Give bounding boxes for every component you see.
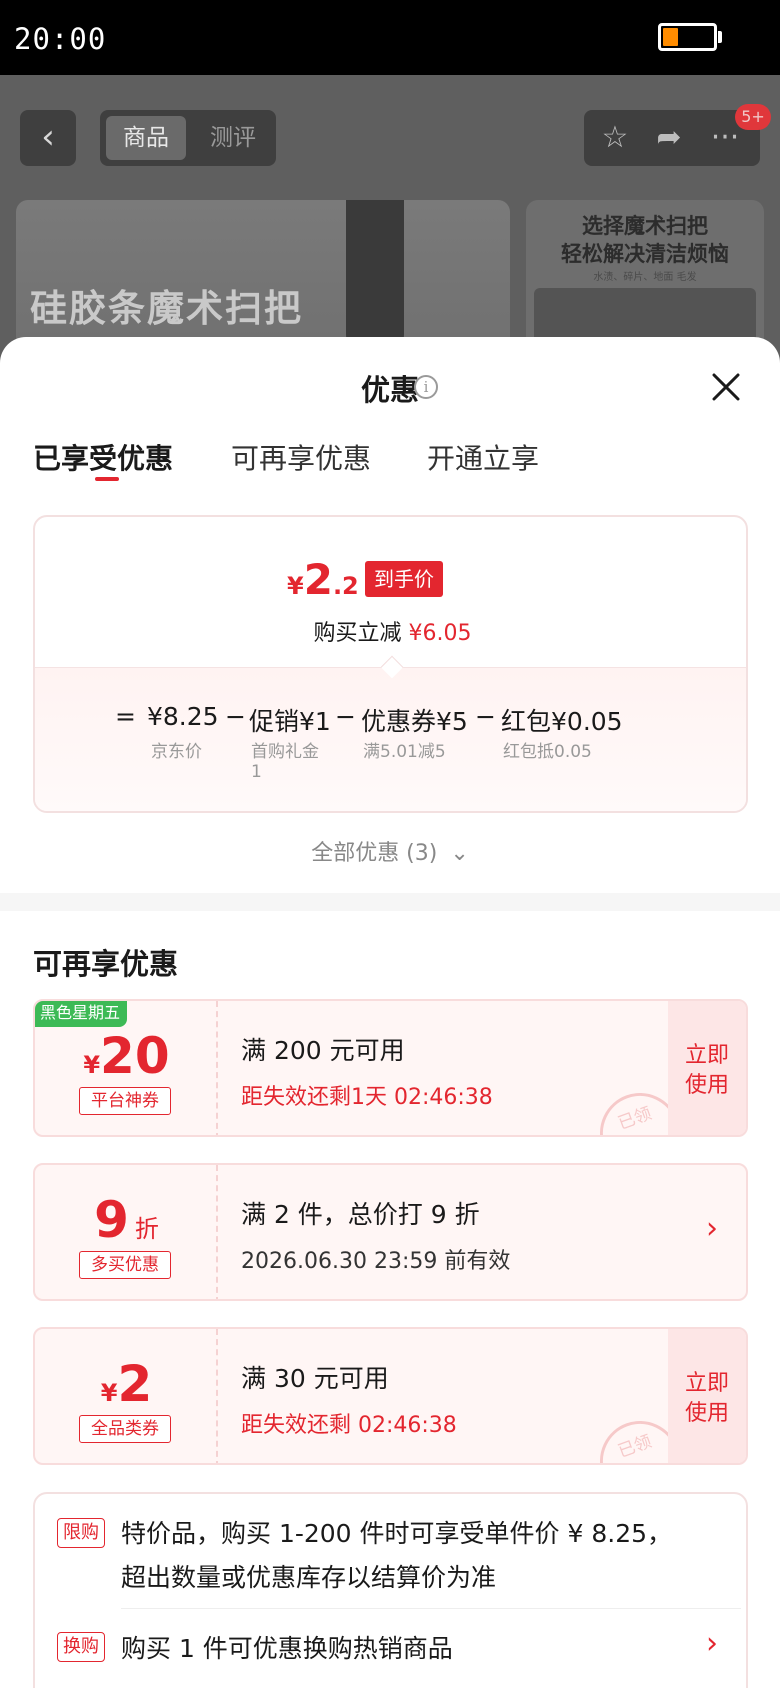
coupon-amount: ¥2 bbox=[35, 1355, 218, 1413]
chevron-right-icon[interactable]: › bbox=[706, 1211, 718, 1246]
tab-product[interactable]: 商品 bbox=[106, 116, 186, 160]
close-icon[interactable] bbox=[708, 369, 744, 405]
product-page-backdrop[interactable]: ‹ 商品 测评 ☆ ➦ ··· 5+ 硅胶条魔术扫把 选择魔术扫把 轻松解决清洁… bbox=[0, 75, 780, 375]
active-tab-indicator bbox=[95, 477, 119, 481]
tab-review[interactable]: 测评 bbox=[196, 116, 270, 160]
limit-tag: 限购 bbox=[57, 1518, 105, 1548]
calc-sub-redpacket: 红包抵0.05 bbox=[503, 742, 592, 762]
calc-label: 优惠券 bbox=[361, 707, 437, 736]
calc-sub-promo: 首购礼金 bbox=[251, 742, 319, 762]
coupon-number: 20 bbox=[100, 1027, 170, 1085]
coupon-type: 平台神券 bbox=[79, 1087, 171, 1115]
saving-label: 购买立减 bbox=[313, 621, 402, 646]
final-price-tag: 到手价 bbox=[365, 561, 443, 597]
coupon-type: 多买优惠 bbox=[79, 1251, 171, 1279]
coupon-value-panel: ¥2 全品类券 bbox=[35, 1329, 218, 1463]
calc-value-jd: ¥8.25 bbox=[147, 702, 219, 731]
sheet-title: 优惠 bbox=[360, 373, 419, 407]
limit-divider bbox=[121, 1608, 741, 1609]
coupon-value-panel: 9折 多买优惠 bbox=[35, 1165, 218, 1299]
calc-op: − bbox=[225, 702, 246, 731]
chevron-down-icon: ⌄ bbox=[450, 841, 469, 866]
calc-op: − bbox=[475, 702, 496, 731]
price-integer: 2 bbox=[303, 555, 333, 604]
coupon-expiry: 2026.06.30 23:59 前有效 bbox=[241, 1249, 511, 1274]
section-divider bbox=[0, 893, 780, 911]
calc-op: − bbox=[335, 702, 356, 731]
coupon-condition: 满 30 元可用 bbox=[241, 1364, 389, 1393]
calc-op: = bbox=[115, 702, 136, 731]
saving-line: 购买立减 ¥6.05 bbox=[35, 615, 746, 647]
notification-badge: 5+ bbox=[735, 104, 771, 130]
coupon-type: 全品类券 bbox=[79, 1415, 171, 1443]
calc-value: ¥0.05 bbox=[551, 707, 623, 736]
coupon-condition: 满 2 件，总价打 9 折 bbox=[241, 1200, 480, 1229]
coupon-unit: 折 bbox=[134, 1215, 159, 1243]
saving-amount: ¥6.05 bbox=[408, 621, 472, 646]
coupon-amount: ¥20 bbox=[35, 1027, 218, 1085]
price-symbol: ¥ bbox=[287, 572, 304, 600]
exchange-tag: 换购 bbox=[57, 1632, 105, 1662]
use-now-button[interactable]: 立即 使用 bbox=[668, 1001, 746, 1135]
coupon-number: 9 bbox=[94, 1191, 129, 1249]
coupon-flag: 黑色星期五 bbox=[35, 1001, 128, 1027]
page-actions: ☆ ➦ ··· bbox=[584, 110, 760, 166]
price-summary: ¥2.2 到手价 购买立减 ¥6.05 = ¥8.25 京东价 − 促销¥1 首… bbox=[33, 515, 748, 813]
side-banner-sub: 水渍、碎片、地面 毛发 bbox=[593, 272, 697, 283]
coupon-condition: 满 200 元可用 bbox=[241, 1036, 405, 1065]
all-offers-label: 全部优惠 (3) bbox=[311, 841, 438, 866]
product-image bbox=[346, 200, 404, 360]
limit-text-line2: 超出数量或优惠库存以结算价为准 bbox=[121, 1563, 497, 1592]
chevron-right-icon[interactable]: › bbox=[706, 1626, 718, 1661]
calc-label: 红包 bbox=[501, 707, 552, 736]
coupon-card[interactable]: ¥2 全品类券 满 30 元可用 距失效还剩 02:46:38 已领 立即 使用 bbox=[33, 1327, 748, 1465]
coupon-expiry: 距失效还剩 02:46:38 bbox=[241, 1413, 457, 1438]
calc-sub-promo-2: 1 bbox=[251, 762, 262, 782]
use-now-line1: 立即 bbox=[684, 1371, 729, 1396]
banner-title: 硅胶条魔术扫把 bbox=[30, 287, 303, 330]
calc-item-redpacket: 红包¥0.05 bbox=[501, 702, 623, 738]
price-decimal: .2 bbox=[332, 572, 359, 600]
coupon-card[interactable]: 9折 多买优惠 满 2 件，总价打 9 折 2026.06.30 23:59 前… bbox=[33, 1163, 748, 1301]
calc-item-promo: 促销¥1 bbox=[249, 702, 331, 738]
side-banner-line1: 选择魔术扫把 bbox=[582, 214, 708, 238]
section-title: 可再享优惠 bbox=[33, 947, 179, 981]
calc-item-coupon: 优惠券¥5 bbox=[361, 702, 468, 738]
coupon-number: 2 bbox=[117, 1355, 153, 1413]
calc-sub-jd: 京东价 bbox=[151, 742, 202, 762]
final-price: ¥2.2 bbox=[287, 555, 359, 604]
tab-activate[interactable]: 开通立享 bbox=[427, 437, 539, 477]
coupon-card[interactable]: ¥20 平台神券 黑色星期五 满 200 元可用 距失效还剩1天 02:46:3… bbox=[33, 999, 748, 1137]
battery-level bbox=[663, 28, 678, 46]
discount-sheet: 优惠 i 已享受优惠 可再享优惠 开通立享 ¥2.2 到手价 购买立减 ¥6.0… bbox=[0, 337, 780, 1688]
status-bar: 20:00 bbox=[0, 0, 780, 75]
use-now-line2: 使用 bbox=[684, 1401, 729, 1426]
calc-label: 促销 bbox=[249, 707, 300, 736]
coupon-yen: ¥ bbox=[83, 1051, 101, 1079]
battery-cap bbox=[718, 31, 722, 43]
calc-sub-coupon: 满5.01减5 bbox=[363, 742, 446, 762]
back-button[interactable]: ‹ bbox=[20, 110, 76, 166]
info-icon[interactable]: i bbox=[414, 375, 438, 399]
share-icon[interactable]: ➦ bbox=[650, 119, 688, 157]
exchange-text[interactable]: 购买 1 件可优惠换购热销商品 bbox=[121, 1629, 453, 1665]
star-icon[interactable]: ☆ bbox=[596, 119, 634, 157]
coupon-yen: ¥ bbox=[100, 1379, 118, 1407]
coupon-expiry: 距失效还剩1天 02:46:38 bbox=[241, 1085, 493, 1110]
purchase-limits: 限购 特价品，购买 1-200 件时可享受单件价 ¥ 8.25， 超出数量或优惠… bbox=[33, 1492, 748, 1688]
status-time: 20:00 bbox=[14, 22, 107, 56]
limit-text-line1: 特价品，购买 1-200 件时可享受单件价 ¥ 8.25， bbox=[121, 1519, 673, 1548]
calc-value: ¥5 bbox=[436, 707, 468, 736]
tab-enjoyed[interactable]: 已享受优惠 bbox=[33, 437, 173, 477]
coupon-amount: 9折 bbox=[35, 1191, 218, 1249]
calc-value: ¥1 bbox=[299, 707, 331, 736]
battery-icon bbox=[658, 23, 717, 51]
page-tabs: 商品 测评 bbox=[100, 110, 276, 166]
use-now-line2: 使用 bbox=[684, 1073, 729, 1098]
tab-more-available[interactable]: 可再享优惠 bbox=[231, 437, 371, 477]
all-offers-toggle[interactable]: 全部优惠 (3) ⌄ bbox=[0, 835, 780, 867]
use-now-button[interactable]: 立即 使用 bbox=[668, 1329, 746, 1463]
use-now-line1: 立即 bbox=[684, 1043, 729, 1068]
side-banner-line2: 轻松解决清洁烦恼 bbox=[561, 242, 729, 266]
